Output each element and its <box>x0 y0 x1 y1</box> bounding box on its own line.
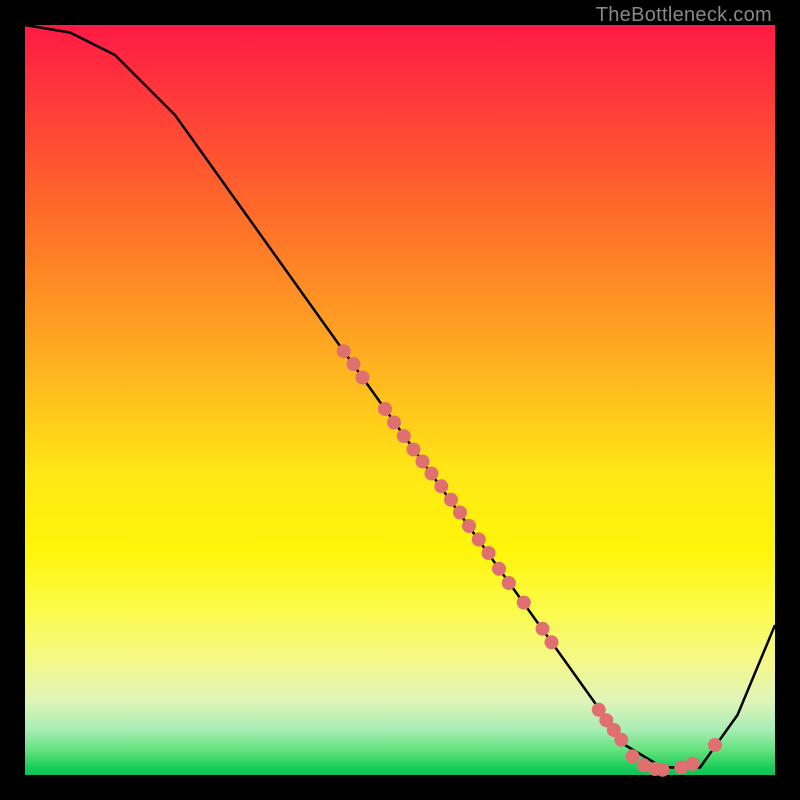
data-point <box>434 479 448 493</box>
data-point <box>492 562 506 576</box>
data-point <box>356 371 370 385</box>
curve-line <box>25 25 775 768</box>
data-point <box>472 533 486 547</box>
data-point <box>347 357 361 371</box>
data-point <box>378 402 392 416</box>
data-point <box>536 622 550 636</box>
watermark-text: TheBottleneck.com <box>596 4 772 27</box>
data-point <box>444 493 458 507</box>
chart-container: TheBottleneck.com <box>0 0 800 800</box>
data-point <box>416 455 430 469</box>
data-point <box>407 443 421 457</box>
data-point <box>387 416 401 430</box>
data-point <box>482 546 496 560</box>
data-point <box>517 596 531 610</box>
data-point <box>462 519 476 533</box>
curve-markers <box>337 344 722 777</box>
data-point <box>337 344 351 358</box>
data-point <box>656 763 670 777</box>
data-point <box>453 506 467 520</box>
chart-svg <box>25 25 775 775</box>
data-point <box>626 749 640 763</box>
data-point <box>425 467 439 481</box>
plot-area <box>25 25 775 775</box>
data-point <box>614 733 628 747</box>
data-point <box>708 738 722 752</box>
data-point <box>502 576 516 590</box>
data-point <box>397 429 411 443</box>
data-point <box>545 635 559 649</box>
data-point <box>686 757 700 771</box>
